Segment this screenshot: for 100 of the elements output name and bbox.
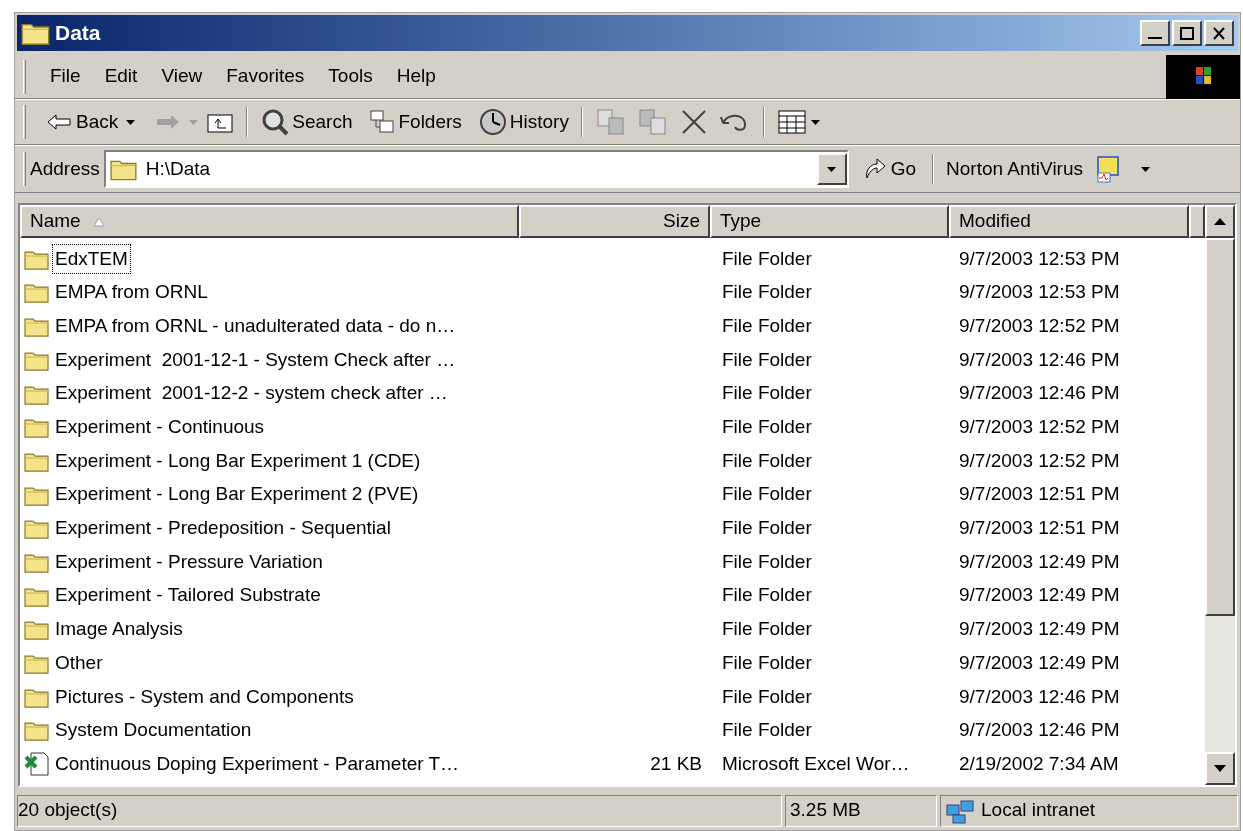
caret-icon (810, 119, 820, 125)
status-zone: Local intranet (981, 798, 1096, 823)
modified-date: 9/7/2003 12:52 PM (958, 313, 1121, 338)
file-type: File Folder (721, 482, 813, 507)
status-size: 3.25 MB (790, 798, 861, 823)
search-button[interactable]: Search (260, 107, 353, 137)
file-name[interactable]: Experiment - Long Bar Experiment 1 (CDE) (53, 446, 423, 476)
folder-icon (24, 416, 50, 439)
file-name[interactable]: Other (53, 648, 105, 678)
menu-item[interactable]: Tools (316, 62, 385, 91)
folder-icon (24, 719, 50, 742)
file-type: File Folder (721, 650, 813, 675)
folder-icon (24, 517, 50, 540)
scroll-down-button[interactable] (1205, 752, 1235, 785)
folders-button[interactable]: Folders (368, 107, 462, 137)
modified-date: 9/7/2003 12:53 PM (958, 280, 1121, 305)
file-type: File Folder (721, 347, 813, 372)
file-type: File Folder (721, 684, 813, 709)
menu-item[interactable]: Help (384, 62, 448, 91)
norton-antivirus-label: Norton AntiVirus (946, 156, 1083, 181)
file-name[interactable]: Experiment 2001-12-1 - System Check after … (53, 345, 458, 375)
file-name[interactable]: Experiment - Predeposition - Sequential (53, 514, 393, 543)
file-type: File Folder (721, 381, 813, 406)
file-name[interactable]: Experiment - Pressure Variation (53, 547, 325, 577)
modified-date: 9/7/2003 12:53 PM (958, 246, 1121, 271)
views-icon[interactable] (776, 109, 807, 135)
modified-date: 2/19/2002 7:34 AM (958, 751, 1120, 776)
folder-icon (24, 618, 50, 641)
file-type: File Folder (721, 280, 813, 305)
scroll-thumb[interactable] (1205, 238, 1235, 616)
scroll-up-button[interactable] (1205, 205, 1235, 238)
modified-date: 9/7/2003 12:46 PM (958, 718, 1121, 743)
file-type: File Folder (721, 313, 813, 338)
file-type: File Folder (721, 516, 813, 541)
modified-date: 9/7/2003 12:52 PM (958, 448, 1121, 473)
file-type: File Folder (721, 549, 813, 574)
file-name[interactable]: Continuous Doping Experiment - Parameter T… (53, 749, 462, 779)
dropdown-button[interactable] (816, 153, 847, 185)
file-name[interactable]: System Documentation (53, 716, 254, 745)
menu-item[interactable]: Favorites (214, 62, 317, 91)
caret-icon (1141, 166, 1150, 172)
file-type: File Folder (721, 448, 813, 473)
scroll-down-icon (1214, 765, 1226, 772)
modified-date: 9/7/2003 12:46 PM (958, 381, 1121, 406)
close-button[interactable] (1204, 20, 1234, 46)
column-header[interactable]: Size (519, 205, 710, 238)
menu-item[interactable]: File (38, 62, 93, 91)
folders-icon (368, 109, 397, 135)
status-object-count: 20 object(s) (18, 798, 118, 823)
modified-date: 9/7/2003 12:49 PM (958, 617, 1121, 642)
scroll-up-icon (1214, 218, 1226, 225)
file-name[interactable]: EMPA from ORNL (53, 278, 210, 307)
modified-date: 9/7/2003 12:51 PM (958, 516, 1121, 541)
file-name[interactable]: Experiment 2001-12-2 - system check after … (53, 379, 450, 408)
back-button[interactable]: Back (46, 107, 119, 137)
maximize-button[interactable] (1172, 20, 1202, 46)
maximize-icon (1180, 26, 1194, 40)
file-type: File Folder (721, 415, 813, 440)
file-type: File Folder (721, 718, 813, 743)
address-label: Address (30, 156, 100, 181)
column-header[interactable]: Name (20, 205, 519, 238)
column-header[interactable]: Modified (949, 205, 1189, 238)
clock-icon (477, 107, 508, 137)
file-name[interactable]: EMPA from ORNL - unadulterated data - do n… (53, 311, 458, 341)
spreadsheet-icon (24, 751, 50, 778)
modified-date: 9/7/2003 12:49 PM (958, 650, 1121, 675)
folder-icon (24, 652, 50, 675)
modified-date: 9/7/2003 12:49 PM (958, 583, 1121, 608)
minimize-button[interactable] (1140, 20, 1170, 46)
file-name[interactable]: Pictures - System and Components (53, 682, 356, 712)
file-name[interactable]: Experiment - Long Bar Experiment 2 (PVE) (53, 480, 421, 509)
close-icon (1212, 26, 1226, 40)
modified-date: 9/7/2003 12:46 PM (958, 347, 1121, 372)
file-type: Microsoft Excel Wor… (721, 751, 911, 776)
menu-item[interactable]: Edit (92, 62, 150, 91)
column-header[interactable]: Type (710, 205, 949, 238)
modified-date: 9/7/2003 12:52 PM (958, 415, 1121, 440)
modified-date: 9/7/2003 12:46 PM (958, 684, 1121, 709)
window-title: Data (55, 20, 101, 47)
minimize-icon (1148, 36, 1162, 39)
file-type: File Folder (721, 246, 813, 271)
file-name[interactable]: Experiment - Continuous (53, 413, 267, 442)
caret-icon (126, 119, 136, 125)
file-type: File Folder (721, 617, 813, 642)
folder-icon (24, 281, 50, 304)
history-button[interactable]: History (477, 107, 569, 137)
caret-icon (189, 119, 199, 125)
file-size: 21 KB (650, 752, 702, 774)
file-name[interactable]: Image Analysis (53, 615, 185, 644)
back-arrow-icon (46, 113, 72, 131)
address-field[interactable]: H:\Data (103, 150, 849, 188)
file-name[interactable]: Experiment - Tailored Substrate (53, 581, 323, 610)
file-type: File Folder (721, 583, 813, 608)
search-icon (260, 107, 291, 137)
go-button[interactable]: Go (862, 154, 917, 184)
sort-arrow-icon (92, 216, 105, 227)
folder-icon (24, 551, 50, 574)
file-name[interactable]: EdxTEM (53, 244, 130, 274)
windows-logo-icon (1166, 54, 1240, 99)
menu-item[interactable]: View (149, 62, 215, 91)
